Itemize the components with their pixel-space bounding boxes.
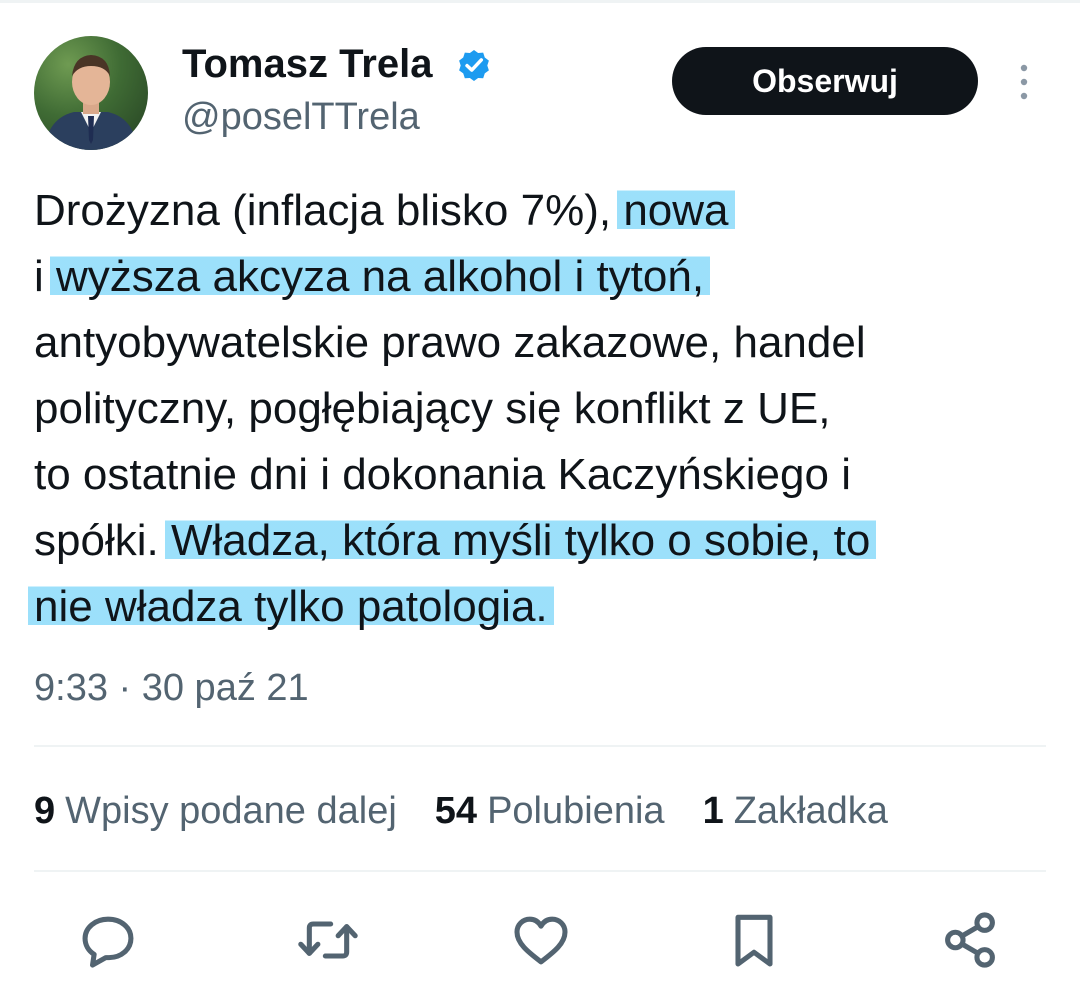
share-icon xyxy=(945,912,995,968)
retweet-icon xyxy=(298,921,358,959)
author-name[interactable]: Tomasz Trela xyxy=(182,40,432,88)
retweets-stat[interactable]: 9 Wpisy podane dalej xyxy=(34,786,397,836)
verified-badge-icon xyxy=(459,49,489,81)
tweet-line: spółki. Władza, która myśli tylko o sobi… xyxy=(34,508,1064,574)
highlighted-text: nie władza tylko patologia. xyxy=(28,582,554,631)
highlighted-text: wyższa akcyza na alkohol i tytoń, xyxy=(50,252,711,301)
tweet-line: nie władza tylko patologia. xyxy=(28,574,1064,640)
like-button[interactable] xyxy=(509,908,573,972)
bookmark-icon xyxy=(735,914,773,967)
tweet-line: antyobywatelskie prawo zakazowe, handel xyxy=(34,318,866,367)
tweet-line: i wyższa akcyza na alkohol i tytoń, xyxy=(34,244,1064,310)
share-button[interactable] xyxy=(938,908,1002,972)
highlighted-text: Władza, która myśli tylko o sobie, to xyxy=(164,516,877,565)
tweet-line: to ostatnie dni i dokonania Kaczyńskiego… xyxy=(34,450,851,499)
tweet-stats: 9 Wpisy podane dalej 54 Polubienia 1 Zakład… xyxy=(34,786,926,836)
avatar[interactable] xyxy=(34,36,148,150)
top-divider xyxy=(0,0,1080,3)
reply-icon xyxy=(82,916,134,968)
more-options-icon[interactable] xyxy=(1012,62,1036,102)
tweet-text: Drożyzna (inflacja blisko 7%), nowa i wy… xyxy=(28,178,1064,640)
tweet-timestamp[interactable]: 9:33 · 30 paź 21 xyxy=(34,664,309,712)
avatar-photo xyxy=(44,55,138,150)
divider xyxy=(34,870,1046,872)
highlighted-text: nowa xyxy=(617,186,735,235)
tweet-line: polityczny, pogłębiający się konflikt z … xyxy=(34,384,831,433)
reply-button[interactable] xyxy=(76,908,140,972)
follow-button[interactable]: Obserwuj xyxy=(672,47,978,115)
bookmark-button[interactable] xyxy=(722,908,786,972)
retweet-button[interactable] xyxy=(296,908,360,972)
divider xyxy=(34,745,1046,747)
bookmarks-stat[interactable]: 1 Zakładka xyxy=(703,786,888,836)
like-icon xyxy=(514,916,568,965)
author-handle[interactable]: @poselTTrela xyxy=(182,94,420,140)
likes-stat[interactable]: 54 Polubienia xyxy=(435,786,665,836)
tweet-line: Drożyzna (inflacja blisko 7%), nowa xyxy=(34,178,1064,244)
